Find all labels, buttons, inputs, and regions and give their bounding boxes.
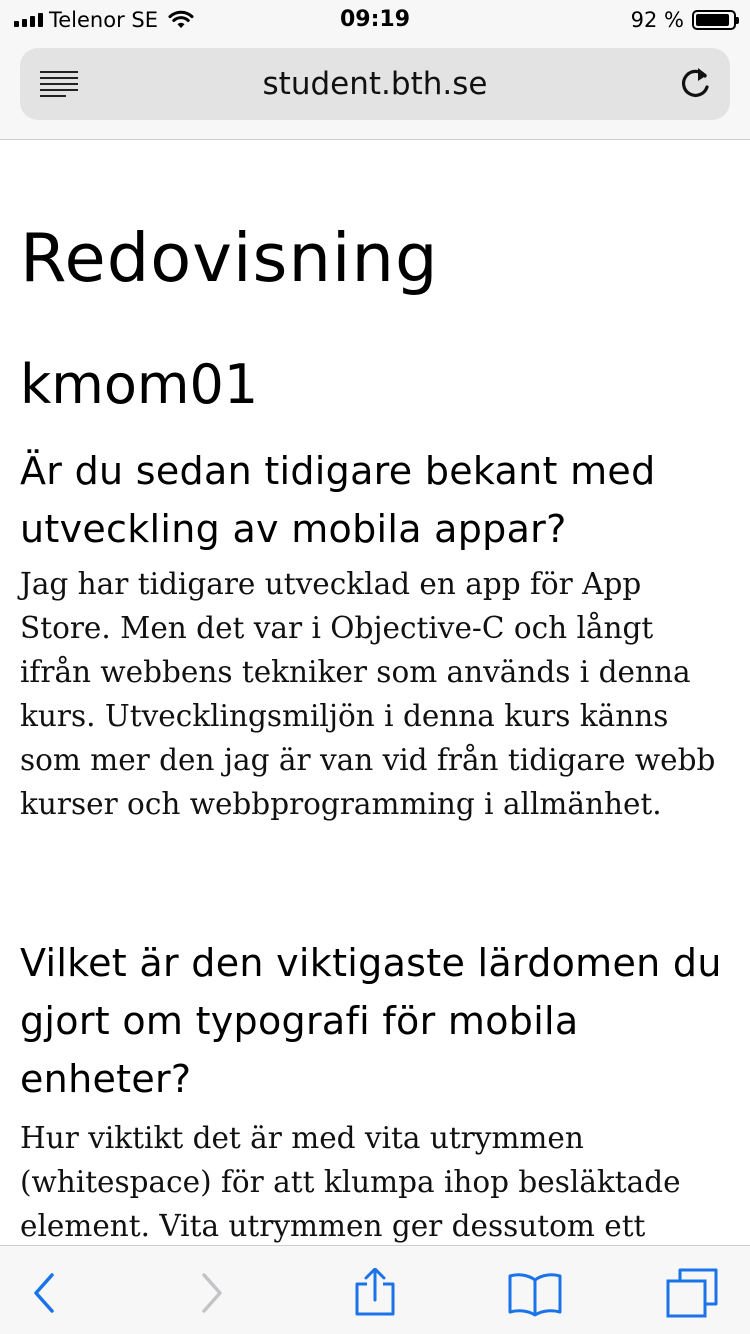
url-text[interactable]: student.bth.se [20,66,730,102]
status-bar: Telenor SE 09:19 92 % [0,0,750,40]
share-icon[interactable] [347,1268,403,1318]
answer-paragraph: Jag har tidigare utvecklad en app för Ap… [20,567,716,821]
battery-level [696,14,729,26]
bookmarks-icon[interactable] [507,1268,563,1318]
answer-paragraph: Hur viktikt det är med vita utrymmen (wh… [20,1121,681,1243]
tabs-icon[interactable] [664,1268,720,1318]
browser-navigation-bar: student.bth.se [0,40,750,140]
question-heading: Är du sedan tidigare bekant med utveckli… [20,449,656,551]
battery-percentage: 92 % [630,8,684,32]
forward-icon[interactable] [184,1268,240,1318]
browser-toolbar [0,1245,750,1334]
battery-icon [692,10,739,30]
back-icon[interactable] [16,1268,72,1318]
page-title: Redovisning [20,219,439,297]
question-heading: Vilket är den viktigaste lärdomen du gjo… [20,941,722,1101]
section-title: kmom01 [20,353,259,416]
address-bar[interactable]: student.bth.se [20,48,730,120]
status-right: 92 % [630,7,739,33]
reload-icon[interactable] [676,65,714,103]
